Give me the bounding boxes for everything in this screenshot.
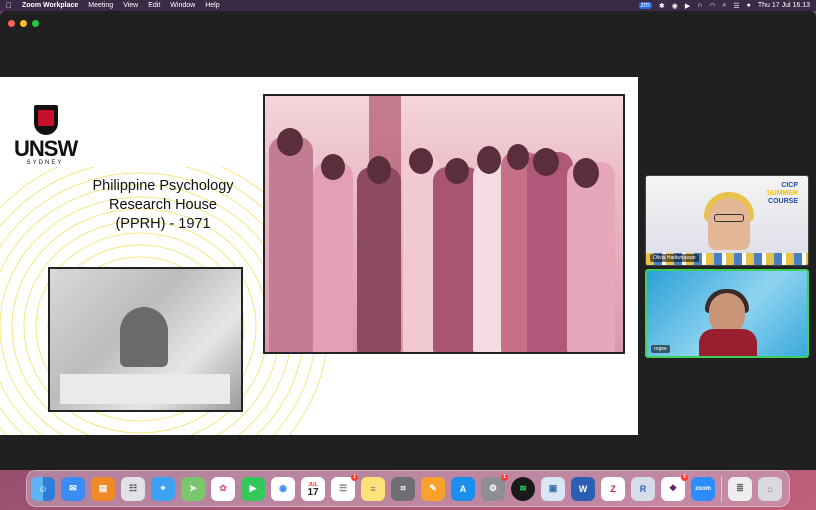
books-icon[interactable]: ▤ [91, 476, 115, 501]
maps-icon[interactable]: ➤ [181, 476, 205, 501]
slide-title: Philippine Psychology Research House (PP… [78, 177, 248, 234]
minimize-button[interactable] [20, 20, 27, 27]
photo-head [445, 158, 469, 184]
historic-group-photo [263, 94, 625, 354]
photo-head [477, 146, 501, 174]
menu-edit[interactable]: Edit [148, 2, 160, 9]
dock-separator [721, 475, 722, 502]
photo-figure [567, 162, 615, 352]
shared-slide: UNSW SYDNEY Philippine Psychology Resear… [0, 77, 638, 435]
record-icon[interactable]: ◉ [672, 2, 678, 10]
menu-window[interactable]: Window [170, 2, 195, 9]
photo-person [120, 307, 168, 367]
reminders-badge: 1 [351, 473, 358, 481]
wifi-icon[interactable]: ◠ [709, 2, 715, 10]
photo-head [321, 154, 345, 180]
reminders-icon[interactable]: ☰ 1 [331, 473, 358, 501]
preview-icon[interactable]: ▣ [541, 476, 565, 501]
photos-icon[interactable]: ✿ [211, 476, 235, 501]
clock[interactable]: Thu 17 Jul 16.13 [758, 2, 810, 9]
participant-tile-active-speaker[interactable]: rogee [645, 269, 809, 358]
close-button[interactable] [8, 20, 15, 27]
chrome-icon[interactable]: ◉ [271, 476, 295, 501]
user-icon[interactable]: ● [747, 2, 751, 9]
photo-head [367, 156, 391, 184]
zoom-status-icon[interactable]: zm [638, 2, 652, 9]
status-area: zm ✱ ◉ ▶ ∩ ◠ ⌕ ☰ ● Thu 17 Jul 16.13 [638, 2, 810, 10]
notes-icon[interactable]: ≡ [361, 476, 385, 501]
trash-icon[interactable]: ⌂ [758, 476, 782, 501]
participant-tile[interactable]: CICP SUMMER COURSE Olivia Hadiwirawan [645, 175, 809, 266]
spotify-icon[interactable]: ≋ [511, 476, 535, 501]
zoom-icon[interactable]: zoom [691, 476, 715, 501]
calendar-day: 17 [307, 486, 319, 498]
search-icon[interactable]: ⌕ [722, 2, 726, 10]
unsw-crest-icon [34, 105, 58, 135]
window-controls [8, 20, 39, 27]
safari-icon[interactable]: ⌖ [151, 476, 175, 501]
event-logo-line-3: COURSE [768, 198, 798, 205]
photo-desk [60, 374, 230, 404]
calculator-icon[interactable]: ⌗ [391, 476, 415, 501]
menu-meeting[interactable]: Meeting [88, 2, 113, 9]
app-store-icon[interactable]: A [451, 476, 475, 501]
menu-bar:  Zoom Workplace Meeting View Edit Windo… [0, 0, 816, 11]
photo-head [533, 148, 559, 176]
menu-app-name[interactable]: Zoom Workplace [22, 2, 78, 9]
unsw-logo: UNSW SYDNEY [14, 105, 80, 166]
participant-name: Olivia Hadiwirawan [650, 254, 699, 262]
word-icon[interactable]: W [571, 476, 595, 501]
participant-name: rogee [651, 345, 670, 353]
slack-badge: 6 [681, 473, 688, 481]
menu-help[interactable]: Help [205, 2, 219, 9]
historic-photo-woman-at-desk [48, 267, 243, 412]
facetime-icon[interactable]: ▶ [241, 476, 265, 501]
control-center-icon[interactable]: ☰ [733, 2, 739, 10]
apple-icon[interactable]:  [6, 1, 14, 10]
participant-face [708, 198, 750, 250]
dock: ☺ ✉ ▤ ☷ ⌖ ➤ ✿ ▶ ◉ JUL 17 ☰ 1 ≡ ⌗ ✎ A ⚙ 1 ≋… [26, 470, 790, 507]
photo-head [277, 128, 303, 156]
headphones-icon[interactable]: ∩ [697, 2, 702, 9]
photo-head [573, 158, 599, 188]
system-settings-icon[interactable]: ⚙ 1 [481, 473, 508, 501]
event-logo: CICP SUMMER COURSE [758, 182, 798, 208]
photo-figure [357, 167, 401, 352]
zoom-window: UNSW SYDNEY Philippine Psychology Resear… [0, 11, 816, 470]
photo-head [507, 144, 529, 170]
zotero-icon[interactable]: Z [601, 476, 625, 501]
pages-icon[interactable]: ✎ [421, 476, 445, 501]
participant-body [699, 329, 757, 356]
fullscreen-button[interactable] [32, 20, 39, 27]
slack-icon[interactable]: ❖ 6 [661, 473, 688, 501]
documents-icon[interactable]: ≣ [728, 476, 752, 501]
event-logo-line-2: SUMMER [766, 190, 798, 197]
participant-glasses [714, 214, 744, 222]
mail-icon[interactable]: ✉ [61, 476, 85, 501]
photo-figure [269, 137, 313, 352]
event-logo-line-1: CICP [781, 182, 798, 189]
settings-badge: 1 [501, 473, 508, 481]
photo-head [409, 148, 433, 174]
logo-text: UNSW [14, 136, 78, 161]
menu-view[interactable]: View [123, 2, 138, 9]
finder-icon[interactable]: ☺ [31, 476, 55, 501]
play-icon[interactable]: ▶ [685, 2, 690, 10]
calendar-icon[interactable]: JUL 17 [301, 476, 325, 501]
title-line-1: Philippine Psychology [92, 178, 234, 194]
bluetooth-icon[interactable]: ✱ [659, 2, 665, 10]
photo-figure [313, 162, 353, 352]
r-icon[interactable]: R [631, 476, 655, 501]
launchpad-icon[interactable]: ☷ [121, 476, 145, 501]
title-line-3: (PPRH) - 1971 [115, 216, 211, 232]
title-line-2: Research House [109, 197, 217, 213]
